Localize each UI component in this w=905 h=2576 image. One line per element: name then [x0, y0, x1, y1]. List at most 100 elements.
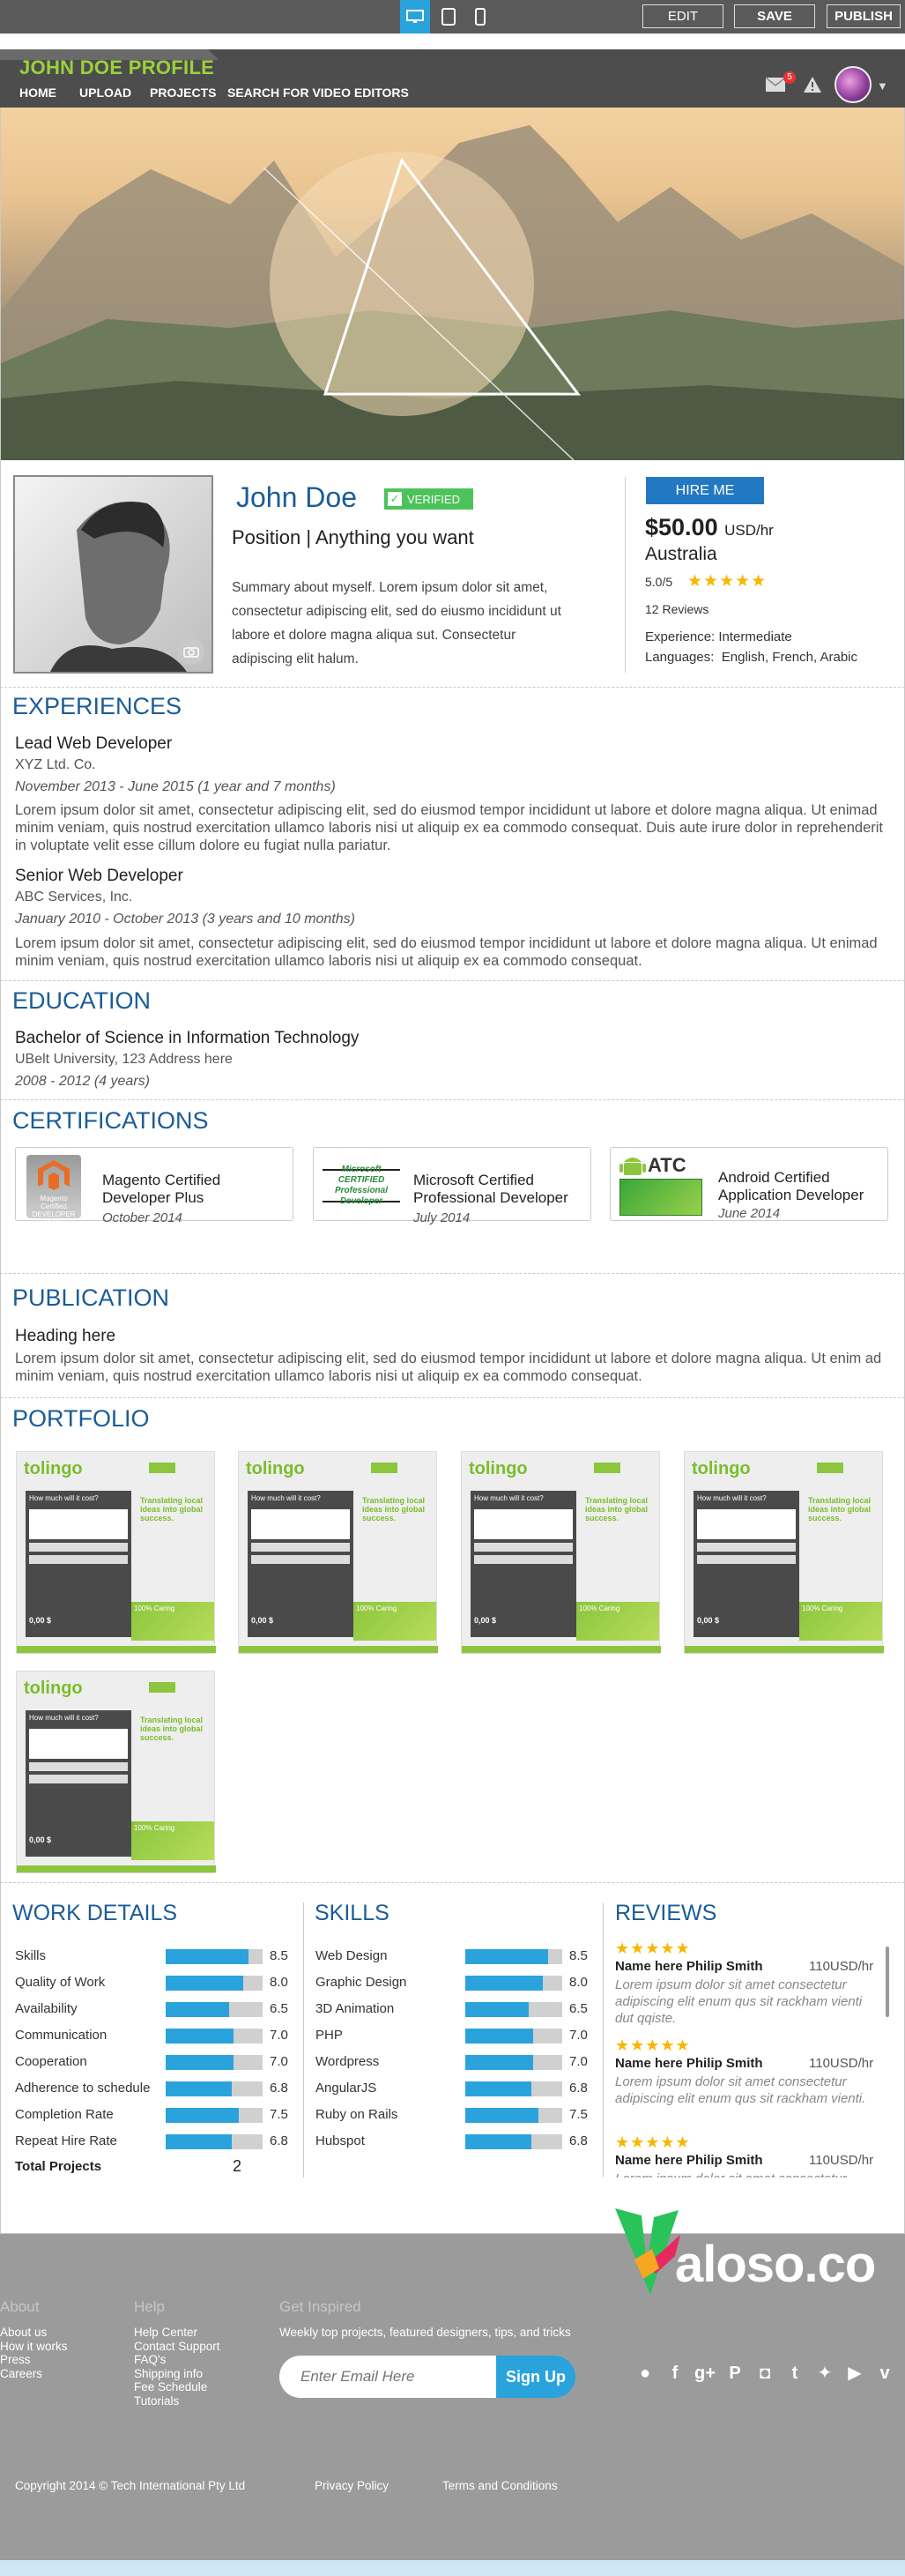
tumblr-icon[interactable]: t	[783, 2362, 807, 2385]
profile-name: John Doe	[236, 481, 357, 513]
editor-toolbar: EDIT SAVE PUBLISH	[0, 0, 905, 34]
work-details-label: Adherence to schedule	[15, 2081, 151, 2096]
column-divider	[603, 1902, 604, 2178]
nav-upload[interactable]: UPLOAD	[79, 86, 131, 100]
rating-bar	[465, 2055, 562, 2070]
hourly-rate: $50.00 USD/hr	[645, 514, 774, 541]
rating-bar	[166, 1976, 263, 1991]
experience-role: Senior Web Developer	[15, 867, 183, 885]
reviews-scrollbar[interactable]	[886, 1947, 889, 2017]
publication-heading: Heading here	[15, 1327, 116, 1345]
languages: Languages: English, French, Arabic	[645, 650, 857, 665]
footer-link[interactable]: Help Center	[134, 2326, 197, 2340]
avatar[interactable]	[835, 66, 872, 103]
education-title: EDUCATION	[12, 987, 152, 1014]
portfolio-item[interactable]: tolingo How much will it cost? 0,00 $ Trans…	[16, 1451, 216, 1654]
valoso-logo[interactable]: aloso.co	[608, 2198, 905, 2295]
magento-logo: Magento Certified DEVELOPER PLUS	[26, 1155, 81, 1226]
skills-label: Hubspot	[315, 2133, 365, 2148]
rating-value: 7.0	[569, 2028, 588, 2043]
sign-up-button[interactable]: Sign Up	[496, 2356, 575, 2398]
vimeo-icon[interactable]: v	[872, 2362, 897, 2385]
twitter-icon[interactable]: ✦	[812, 2362, 837, 2385]
reviews-list[interactable]: ★★★★★ Name here Philip Smith 110USD/hr Lore…	[615, 1939, 879, 2178]
portfolio-caring-banner: 100% Caring	[353, 1602, 436, 1641]
review-text: Lorem ipsum dolor sit amet consectetur a…	[615, 2074, 866, 2106]
profile-position: Position | Anything you want	[232, 526, 474, 548]
flickr-icon[interactable]: ●	[633, 2362, 657, 2385]
experience-description: Lorem ipsum dolor sit amet, consectetur …	[15, 802, 883, 853]
footer-link[interactable]: How it works	[0, 2340, 68, 2354]
portfolio-caring-banner: 100% Caring	[131, 1602, 214, 1641]
certification-card[interactable]: Microsoft CERTIFIED Professional Develop…	[313, 1147, 591, 1225]
certification-card[interactable]: ATC Android Certified Application Develo…	[610, 1147, 888, 1221]
experience-company: XYZ Ltd. Co.	[15, 757, 96, 772]
portfolio-form-panel: How much will it cost? 0,00 $	[26, 1491, 131, 1637]
camera-icon[interactable]	[178, 638, 204, 665]
portfolio-brand: tolingo	[24, 1459, 83, 1478]
terms-link[interactable]: Terms and Conditions	[442, 2479, 558, 2492]
footer-link[interactable]: Contact Support	[134, 2340, 220, 2354]
android-icon	[619, 1158, 646, 1175]
nav-search-video-editors[interactable]: SEARCH FOR VIDEO EDITORS	[227, 86, 409, 100]
desktop-icon[interactable]	[400, 0, 430, 34]
education-school: UBelt University, 123 Address here	[15, 1052, 233, 1067]
footer-link[interactable]: Fee Schedule	[134, 2380, 207, 2394]
certification-name: Android Certified Application Developer	[718, 1169, 864, 1203]
review-stars: ★★★★★	[615, 2036, 691, 2054]
portfolio-form-panel: How much will it cost? 0,00 $	[694, 1491, 799, 1637]
portfolio-item[interactable]: tolingo How much will it cost? 0,00 $ Trans…	[16, 1671, 216, 1873]
portfolio-item[interactable]: tolingo How much will it cost? 0,00 $ Trans…	[238, 1451, 438, 1654]
rating-bar-fill	[465, 2108, 538, 2123]
youtube-icon[interactable]: ▶	[842, 2362, 867, 2385]
footer-link[interactable]: About us	[0, 2326, 47, 2340]
brand-title[interactable]: JOHN DOE PROFILE	[19, 56, 214, 79]
edit-button[interactable]: EDIT	[642, 4, 723, 28]
certification-date: June 2014	[718, 1206, 781, 1221]
portfolio-item[interactable]: tolingo How much will it cost? 0,00 $ Trans…	[461, 1451, 661, 1654]
portfolio-caring-banner: 100% Caring	[131, 1821, 214, 1860]
footer-link[interactable]: FAQ's	[134, 2353, 166, 2367]
work-details-label: Repeat Hire Rate	[15, 2133, 117, 2148]
rating-bar	[166, 1949, 263, 1964]
rating-value: 6.5	[270, 2001, 288, 2016]
rating-bar	[166, 2134, 263, 2149]
instagram-icon[interactable]: ◘	[753, 2362, 777, 2385]
portfolio-price: 0,00 $	[251, 1616, 274, 1625]
save-button[interactable]: SAVE	[734, 4, 815, 28]
footer-link[interactable]: Tutorials	[134, 2394, 179, 2408]
google-plus-icon[interactable]: g+	[693, 2362, 717, 2385]
nav-home[interactable]: HOME	[19, 86, 56, 100]
review-stars: ★★★★★	[615, 1939, 691, 1957]
privacy-policy-link[interactable]: Privacy Policy	[315, 2479, 389, 2492]
portfolio-item[interactable]: tolingo How much will it cost? 0,00 $ Trans…	[684, 1451, 884, 1654]
rating-value: 8.5	[270, 1948, 288, 1963]
phone-icon[interactable]	[465, 0, 495, 34]
mail-icon[interactable]	[765, 77, 786, 97]
portfolio-headline: Translating local ideas into global succ…	[808, 1496, 872, 1523]
portfolio-nav-tab	[149, 1463, 175, 1473]
publish-button[interactable]: PUBLISH	[827, 4, 901, 28]
rating-bar-fill	[465, 1949, 548, 1964]
newsletter-email-input[interactable]	[279, 2356, 500, 2398]
checkmark-icon: ✓	[388, 492, 402, 506]
rating-value: 6.8	[270, 2081, 288, 2096]
facebook-icon[interactable]: f	[663, 2362, 687, 2385]
footer-bottom-strip	[0, 2560, 905, 2576]
pinterest-icon[interactable]: P	[723, 2362, 747, 2385]
tablet-icon[interactable]	[434, 0, 464, 34]
hire-me-button[interactable]: HIRE ME	[646, 477, 764, 504]
chevron-down-icon[interactable]: ▼	[877, 79, 888, 93]
skills-label: 3D Animation	[315, 2001, 395, 2016]
certification-card[interactable]: Magento Certified DEVELOPER PLUS Magento…	[15, 1147, 293, 1226]
rating-value: 7.5	[569, 2107, 588, 2122]
reviews-count[interactable]: 12 Reviews	[645, 602, 708, 616]
footer-link[interactable]: Shipping info	[134, 2367, 203, 2381]
footer-link[interactable]: Press	[0, 2353, 31, 2367]
social-links: ● f g+ P ◘ t ✦ ▶ v	[633, 2362, 905, 2385]
portfolio-headline: Translating local ideas into global succ…	[362, 1496, 426, 1523]
footer-link[interactable]: Careers	[0, 2367, 42, 2381]
nav-projects[interactable]: PROJECTS	[150, 86, 216, 100]
footer-about-title: About	[0, 2298, 40, 2315]
alert-icon[interactable]	[803, 76, 822, 98]
